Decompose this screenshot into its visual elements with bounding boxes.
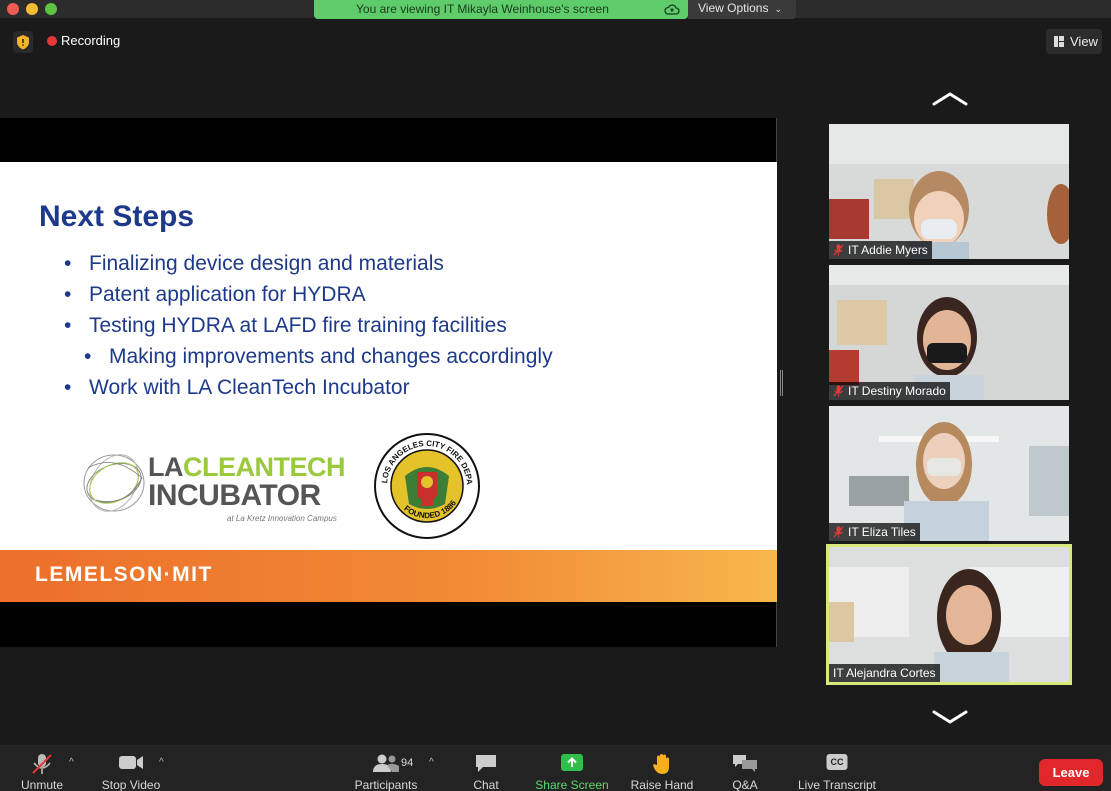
shield-icon[interactable] [13,31,33,53]
viewing-banner: You are viewing IT Mikayla Weinhouse's s… [314,0,688,19]
video-tile[interactable]: IT Addie Myers [829,124,1069,259]
viewing-banner-text: You are viewing IT Mikayla Weinhouse's s… [356,2,609,16]
unmute-button[interactable]: Unmute [12,745,72,791]
logo-campus-text: at La Kretz Innovation Campus [227,514,337,523]
mic-muted-icon [833,244,844,256]
share-screen-icon [561,754,583,771]
cc-icon: CC [826,754,848,770]
live-transcript-label: Live Transcript [797,778,877,791]
view-options-label: View Options [698,1,769,15]
view-options-button[interactable]: View Options ⌄ [688,0,796,19]
video-tile-active-speaker[interactable]: IT Alejandra Cortes [826,544,1072,685]
close-window-button[interactable] [7,3,19,15]
participant-name: IT Alejandra Cortes [833,666,936,680]
slide-footer-band: LEMELSON·MIT [0,550,777,602]
slide-sub-bullet: Making improvements and changes accordin… [84,341,664,372]
stop-video-label: Stop Video [101,778,161,791]
mic-muted-icon [833,526,844,538]
video-icon [119,756,143,769]
qa-label: Q&A [732,778,758,791]
participant-video [829,406,1069,541]
qa-icon [733,755,757,772]
slide-bullet: Patent application for HYDRA [64,279,664,310]
record-icon [47,36,57,46]
video-tile[interactable]: IT Destiny Morado [829,265,1069,400]
chevron-up-icon[interactable] [932,92,968,106]
raise-hand-button[interactable]: Raise Hand [626,745,698,791]
video-options-caret[interactable]: ^ [159,757,164,768]
logo-cleantech-text: CLEANTECH [183,452,346,482]
leave-button[interactable]: Leave [1039,759,1103,786]
logo-la-text: LA [148,452,184,482]
live-transcript-button[interactable]: CC Live Transcript [792,745,882,791]
fullscreen-window-button[interactable] [45,3,57,15]
cloud-icon [664,4,680,15]
mic-muted-icon [32,754,52,774]
participants-label: Participants [354,778,418,791]
participant-video [829,265,1069,400]
participant-name-label: IT Eliza Tiles [829,523,920,541]
slide-bullets: Finalizing device design and materials P… [64,248,664,403]
view-button-label: View [1070,34,1098,49]
raise-hand-icon [653,754,669,774]
shared-screen[interactable]: Next Steps Finalizing device design and … [0,118,777,647]
slide-bullet: Work with LA CleanTech Incubator [64,372,664,403]
participant-name: IT Addie Myers [848,243,928,257]
mic-muted-icon [833,385,844,397]
share-screen-button[interactable]: Share Screen [530,745,614,791]
logo-incubator-text: INCUBATOR [148,479,321,512]
chevron-down-icon[interactable] [932,710,968,724]
participant-name: IT Destiny Morado [848,384,946,398]
share-screen-label: Share Screen [535,778,609,791]
participant-name-label: IT Alejandra Cortes [829,664,940,682]
qa-button[interactable]: Q&A [722,745,768,791]
participants-icon [373,754,399,772]
presentation-slide: Next Steps Finalizing device design and … [0,162,777,602]
raise-hand-label: Raise Hand [630,778,694,791]
participant-video [829,124,1069,259]
participant-name-label: IT Destiny Morado [829,382,950,400]
participants-options-caret[interactable]: ^ [429,757,434,768]
participants-count-badge: 94 [401,757,414,769]
chat-button[interactable]: Chat [462,745,510,791]
view-grid-icon [1054,36,1064,47]
chat-icon [476,755,496,772]
minimize-window-button[interactable] [26,3,38,15]
stop-video-button[interactable]: Stop Video [96,745,166,791]
view-button[interactable]: View [1046,29,1102,54]
recording-label: Recording [61,33,121,48]
meeting-toolbar: Unmute ^ Stop Video ^ Participants 94 ^ … [0,745,1111,791]
zoom-window: You are viewing IT Mikayla Weinhouse's s… [0,0,1111,791]
slide-bullet: Finalizing device design and materials [64,248,664,279]
participant-name-label: IT Addie Myers [829,241,932,259]
lafd-seal-icon: LOS ANGELES CITY FIRE DEPARTMENT FOUNDED… [373,432,480,539]
unmute-label: Unmute [20,778,64,791]
audio-options-caret[interactable]: ^ [69,757,74,768]
chat-label: Chat [473,778,499,791]
participant-video [829,547,1069,682]
lemelson-mit-logo: LEMELSON·MIT [35,563,213,586]
video-tile[interactable]: IT Eliza Tiles [829,406,1069,541]
slide-bullet: Testing HYDRA at LAFD fire training faci… [64,310,664,341]
split-drag-handle[interactable] [780,370,783,396]
chevron-down-icon: ⌄ [774,4,783,14]
slide-title: Next Steps [39,200,195,233]
participant-name: IT Eliza Tiles [848,525,916,539]
la-cleantech-logo-icon [83,454,145,512]
